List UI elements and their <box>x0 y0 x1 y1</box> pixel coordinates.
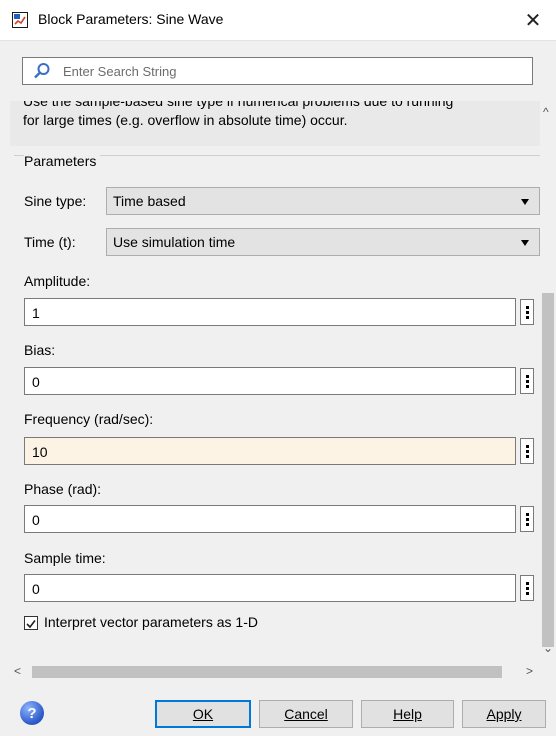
phase-value: 0 <box>32 512 40 528</box>
dialog-buttons: ? OK Cancel Help Apply <box>0 696 556 736</box>
sine-type-value: Time based <box>113 193 186 209</box>
phase-label: Phase (rad): <box>24 481 102 497</box>
sample-time-field[interactable]: 0 <box>24 574 516 602</box>
amplitude-field[interactable]: 1 <box>24 298 516 326</box>
frequency-label: Frequency (rad/sec): <box>24 411 154 427</box>
apply-button[interactable]: Apply <box>462 700 546 728</box>
apply-button-label: Apply <box>486 706 522 722</box>
parameters-scroll-area[interactable]: Use the sample-based sine type if numeri… <box>10 101 540 656</box>
sine-type-label: Sine type: <box>24 193 87 209</box>
vertical-scroll-thumb[interactable] <box>542 293 554 647</box>
ok-button[interactable]: OK <box>155 700 251 728</box>
sine-type-dropdown[interactable]: Time based <box>106 187 540 215</box>
chevron-down-icon <box>521 240 529 246</box>
bias-more-button[interactable] <box>520 368 534 394</box>
help-button-label: Help <box>393 706 422 722</box>
window-title: Block Parameters: Sine Wave <box>38 11 224 27</box>
sample-time-more-button[interactable] <box>520 575 534 601</box>
horizontal-scroll-thumb[interactable] <box>32 666 502 678</box>
parameters-group-title: Parameters <box>24 153 101 169</box>
time-label: Time (t): <box>24 234 76 250</box>
amplitude-label: Amplitude: <box>24 273 91 289</box>
title-bar: Block Parameters: Sine Wave ✕ <box>0 0 556 41</box>
sample-time-label: Sample time: <box>24 550 106 566</box>
frequency-value: 10 <box>32 444 48 460</box>
time-value: Use simulation time <box>113 234 236 250</box>
scroll-left-icon[interactable]: < <box>14 664 21 678</box>
simulink-block-icon <box>12 12 28 28</box>
sample-time-value: 0 <box>32 581 40 597</box>
vertical-dots-icon <box>525 444 529 448</box>
close-button[interactable]: ✕ <box>510 0 556 40</box>
scroll-right-icon[interactable]: > <box>526 664 533 678</box>
vertical-dots-icon <box>525 512 529 516</box>
interpret-vector-checkbox[interactable] <box>24 616 38 630</box>
help-button[interactable]: Help <box>361 700 454 728</box>
frequency-more-button[interactable] <box>520 438 534 464</box>
vertical-dots-icon <box>525 305 529 309</box>
vertical-dots-icon <box>525 581 529 585</box>
phase-more-button[interactable] <box>520 506 534 532</box>
cancel-button-label: Cancel <box>284 706 328 722</box>
frequency-field[interactable]: 10 <box>24 437 516 465</box>
amplitude-value: 1 <box>32 305 40 321</box>
interpret-vector-label: Interpret vector parameters as 1-D <box>44 614 258 630</box>
horizontal-scrollbar[interactable]: < > <box>10 663 540 681</box>
phase-field[interactable]: 0 <box>24 505 516 533</box>
checkmark-icon <box>26 620 36 629</box>
bias-value: 0 <box>32 374 40 390</box>
cancel-button[interactable]: Cancel <box>259 700 353 728</box>
bias-label: Bias: <box>24 342 56 358</box>
vertical-scrollbar[interactable]: ^ ⌄ <box>540 101 556 656</box>
search-input[interactable]: Enter Search String <box>22 57 533 85</box>
description-line-1: Use the sample-based sine type if numeri… <box>23 101 454 109</box>
time-dropdown[interactable]: Use simulation time <box>106 228 540 256</box>
block-description: Use the sample-based sine type if numeri… <box>10 101 540 146</box>
description-line-2: for large times (e.g. overflow in absolu… <box>23 112 348 128</box>
close-icon: ✕ <box>524 9 542 32</box>
ok-button-label: OK <box>192 706 214 722</box>
search-placeholder: Enter Search String <box>63 64 177 79</box>
search-icon <box>34 63 50 79</box>
chevron-down-icon <box>521 199 529 205</box>
bias-field[interactable]: 0 <box>24 367 516 395</box>
scroll-down-icon[interactable]: ⌄ <box>543 641 553 655</box>
scroll-up-icon[interactable]: ^ <box>543 105 549 119</box>
vertical-dots-icon <box>525 374 529 378</box>
help-icon[interactable]: ? <box>20 701 44 725</box>
amplitude-more-button[interactable] <box>520 299 534 325</box>
